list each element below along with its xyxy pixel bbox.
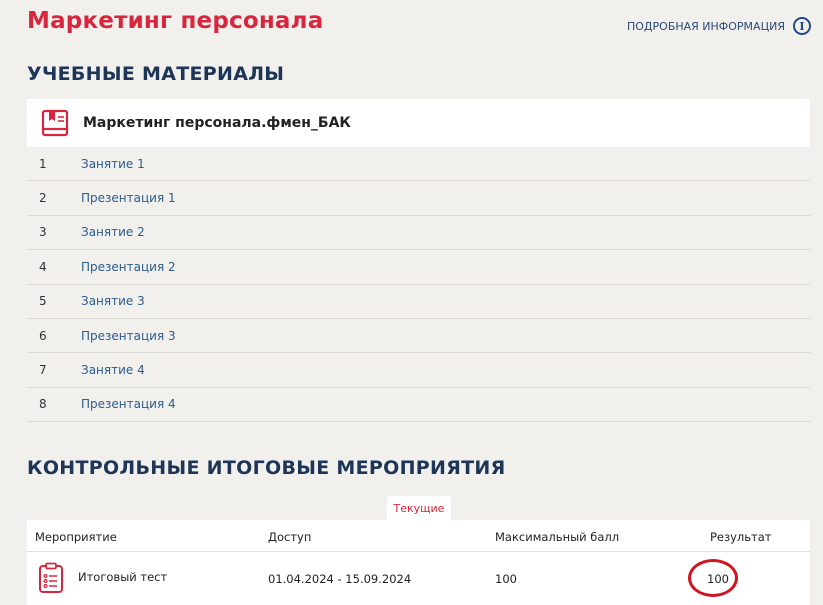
list-item: 3 Занятие 2 <box>27 216 810 251</box>
item-number: 8 <box>39 397 47 412</box>
material-link[interactable]: Занятие 3 <box>81 294 145 308</box>
material-link[interactable]: Презентация 4 <box>81 397 176 411</box>
item-number: 4 <box>39 259 47 274</box>
material-link[interactable]: Занятие 4 <box>81 363 145 377</box>
materials-list: 1 Занятие 1 2 Презентация 1 3 Занятие 2 4 Пр… <box>27 147 810 423</box>
list-item: 8 Презентация 4 <box>27 388 810 423</box>
item-number: 3 <box>39 225 47 240</box>
info-icon[interactable]: i <box>793 17 811 35</box>
tab-current[interactable]: Текущие <box>387 496 451 520</box>
item-number: 6 <box>39 328 47 343</box>
events-heading: КОНТРОЛЬНЫЕ ИТОГОВЫЕ МЕРОПРИЯТИЯ <box>27 457 506 479</box>
materials-heading: УЧЕБНЫЕ МАТЕРИАЛЫ <box>27 63 285 85</box>
material-link[interactable]: Презентация 3 <box>81 329 176 343</box>
item-number: 5 <box>39 294 47 309</box>
clipboard-list-icon <box>39 562 63 593</box>
material-link[interactable]: Презентация 1 <box>81 191 176 205</box>
column-header-result: Результат <box>710 530 772 544</box>
list-item: 4 Презентация 2 <box>27 250 810 285</box>
table-row[interactable]: Итоговый тест 01.04.2024 - 15.09.2024 10… <box>27 552 810 605</box>
list-item: 5 Занятие 3 <box>27 285 810 319</box>
more-info-label: ПОДРОБНАЯ ИНФОРМАЦИЯ <box>627 19 785 33</box>
table-header: Мероприятие Доступ Максимальный балл Рез… <box>27 520 810 552</box>
more-info-link[interactable]: ПОДРОБНАЯ ИНФОРМАЦИЯ i <box>627 17 811 35</box>
item-number: 2 <box>39 191 47 206</box>
column-header-max-score: Максимальный балл <box>495 530 620 544</box>
list-item: 6 Презентация 3 <box>27 319 810 354</box>
material-link[interactable]: Занятие 2 <box>81 225 145 239</box>
item-number: 1 <box>39 156 47 171</box>
event-max-score: 100 <box>495 572 517 586</box>
list-item: 2 Презентация 1 <box>27 181 810 216</box>
event-access-dates: 01.04.2024 - 15.09.2024 <box>268 572 412 586</box>
event-name[interactable]: Итоговый тест <box>78 570 167 584</box>
item-number: 7 <box>39 363 47 378</box>
book-icon <box>41 109 69 137</box>
material-link[interactable]: Презентация 2 <box>81 260 176 274</box>
course-name[interactable]: Маркетинг персонала.фмен_БАК <box>83 115 351 131</box>
column-header-event: Мероприятие <box>35 530 117 544</box>
list-item: 7 Занятие 4 <box>27 353 810 388</box>
course-card[interactable]: Маркетинг персонала.фмен_БАК <box>27 99 810 147</box>
result-highlight-circle <box>688 559 738 597</box>
events-table: Мероприятие Доступ Максимальный балл Рез… <box>27 520 810 605</box>
column-header-access: Доступ <box>268 530 312 544</box>
list-item: 1 Занятие 1 <box>27 147 810 182</box>
material-link[interactable]: Занятие 1 <box>81 157 145 171</box>
page-title: Маркетинг персонала <box>27 8 324 34</box>
